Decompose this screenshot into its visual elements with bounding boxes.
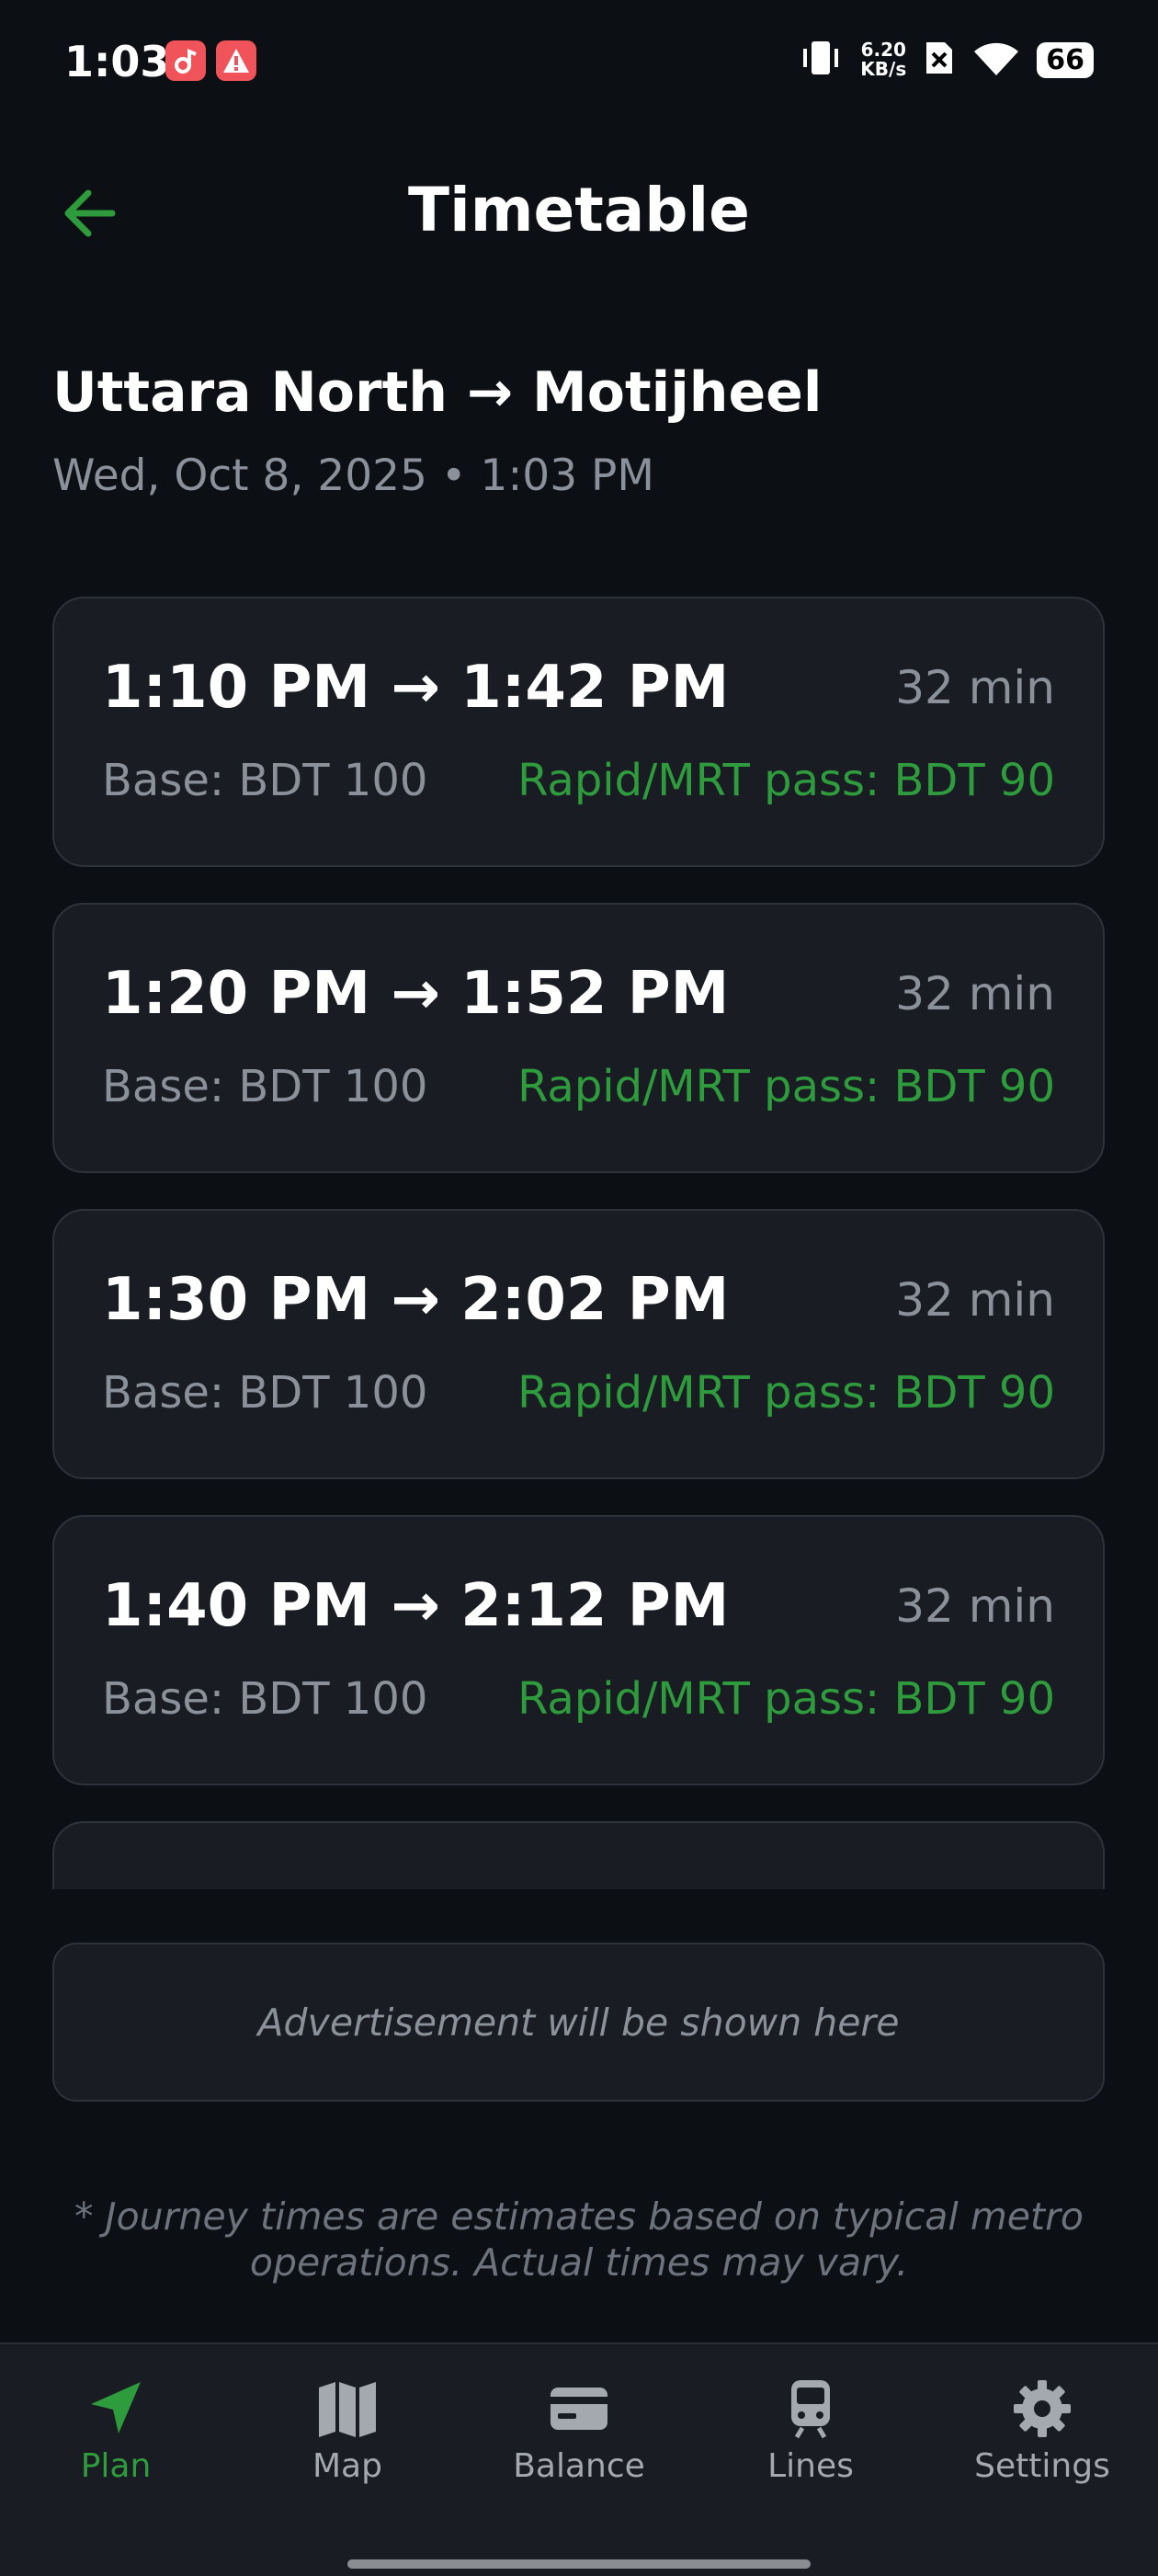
nav-plan-label: Plan bbox=[80, 2447, 152, 2485]
route-datetime: Wed, Oct 8, 2025 • 1:03 PM bbox=[52, 450, 654, 501]
trip-card[interactable]: 1:10 PM → 1:42 PM 32 min Base: BDT 100 R… bbox=[52, 597, 1105, 867]
trip-pass-fare: Rapid/MRT pass: BDT 90 bbox=[517, 755, 1055, 806]
disclaimer-note: * Journey times are estimates based on t… bbox=[74, 2194, 1084, 2285]
status-time: 1:03 bbox=[64, 37, 170, 86]
page-title: Timetable bbox=[408, 175, 750, 245]
trip-times: 1:40 PM → 2:12 PM bbox=[102, 1572, 730, 1640]
map-icon bbox=[319, 2382, 376, 2437]
trip-card[interactable]: 1:30 PM → 2:02 PM 32 min Base: BDT 100 R… bbox=[52, 1209, 1105, 1479]
gear-icon bbox=[1014, 2380, 1071, 2437]
nav-map[interactable]: Map bbox=[255, 2372, 439, 2485]
nav-settings-label: Settings bbox=[974, 2447, 1110, 2485]
warning-notification-icon bbox=[216, 40, 256, 81]
home-indicator[interactable] bbox=[347, 2559, 811, 2569]
trip-times: 1:30 PM → 2:02 PM bbox=[102, 1266, 730, 1334]
nav-map-label: Map bbox=[312, 2447, 382, 2485]
trip-list[interactable]: 1:10 PM → 1:42 PM 32 min Base: BDT 100 R… bbox=[0, 588, 1158, 1889]
trip-duration: 32 min bbox=[895, 967, 1055, 1020]
vibrate-icon bbox=[798, 40, 844, 80]
nav-balance-label: Balance bbox=[513, 2447, 645, 2485]
bottom-navigation: Plan Map Balance Lines Settings bbox=[0, 2342, 1158, 2576]
trip-card[interactable]: 1:40 PM → 2:12 PM 32 min Base: BDT 100 R… bbox=[52, 1515, 1105, 1785]
trip-base-fare: Base: BDT 100 bbox=[102, 1673, 428, 1725]
trip-base-fare: Base: BDT 100 bbox=[102, 1061, 428, 1112]
nav-lines[interactable]: Lines bbox=[719, 2372, 903, 2485]
trip-pass-fare: Rapid/MRT pass: BDT 90 bbox=[517, 1367, 1055, 1419]
trip-duration: 32 min bbox=[895, 1273, 1055, 1327]
trip-duration: 32 min bbox=[895, 1579, 1055, 1633]
trip-times: 1:10 PM → 1:42 PM bbox=[102, 654, 730, 722]
advertisement-placeholder: Advertisement will be shown here bbox=[52, 1943, 1105, 2102]
train-icon bbox=[791, 2380, 830, 2439]
route-title: Uttara North → Motijheel bbox=[52, 360, 823, 425]
card-icon bbox=[551, 2388, 607, 2430]
net-speed-unit: KB/s bbox=[860, 58, 907, 80]
status-icons: 6.20 KB/s 66 bbox=[798, 37, 1094, 83]
trip-duration: 32 min bbox=[895, 661, 1055, 714]
music-app-notification-icon bbox=[165, 40, 206, 81]
navigation-arrow-icon bbox=[91, 2382, 141, 2434]
trip-card[interactable]: 1:20 PM → 1:52 PM 32 min Base: BDT 100 R… bbox=[52, 903, 1105, 1173]
trip-pass-fare: Rapid/MRT pass: BDT 90 bbox=[517, 1061, 1055, 1112]
wifi-icon bbox=[972, 39, 1020, 81]
battery-indicator: 66 bbox=[1037, 41, 1094, 78]
net-speed-value: 6.20 bbox=[860, 39, 906, 61]
nav-lines-label: Lines bbox=[767, 2447, 854, 2485]
trip-pass-fare: Rapid/MRT pass: BDT 90 bbox=[517, 1673, 1055, 1725]
no-sim-icon bbox=[923, 39, 956, 81]
trip-times: 1:20 PM → 1:52 PM bbox=[102, 960, 730, 1028]
nav-plan[interactable]: Plan bbox=[24, 2372, 208, 2485]
status-bar: 1:03 6.20 KB/s 66 bbox=[0, 0, 1158, 120]
nav-balance[interactable]: Balance bbox=[487, 2372, 671, 2485]
trip-base-fare: Base: BDT 100 bbox=[102, 1367, 428, 1419]
net-speed: 6.20 KB/s bbox=[860, 40, 906, 79]
nav-settings[interactable]: Settings bbox=[950, 2372, 1134, 2485]
trip-card-partial[interactable] bbox=[52, 1821, 1105, 1889]
trip-base-fare: Base: BDT 100 bbox=[102, 755, 428, 806]
